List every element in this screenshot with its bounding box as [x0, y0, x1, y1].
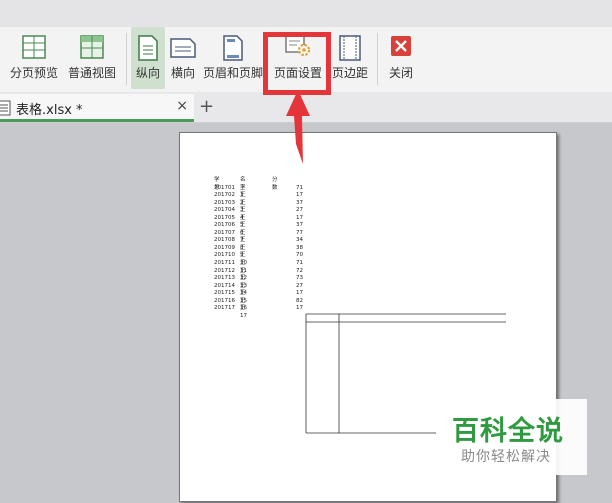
margins-icon: [339, 35, 361, 65]
cell-score: 34: [296, 237, 303, 244]
cell-id: 201701: [214, 184, 235, 191]
cell-id: 201712: [214, 267, 235, 274]
cell-score: 17: [296, 214, 303, 221]
pointer-arrow: [286, 90, 310, 168]
cell-score: 37: [296, 222, 303, 229]
close-icon: [390, 35, 412, 61]
cell-id: 201716: [214, 297, 235, 304]
cell-id: 201702: [214, 192, 235, 199]
landscape-button[interactable]: 横向: [166, 27, 200, 89]
cell-id: 201707: [214, 229, 235, 236]
ribbon-divider: [126, 33, 127, 85]
document-tab[interactable]: 表格.xlsx * ×: [0, 94, 194, 122]
cell-score: 77: [296, 229, 303, 236]
title-strip: [0, 0, 612, 27]
spreadsheet-file-icon: [0, 100, 11, 120]
normal-view-icon: [80, 35, 104, 63]
tab-close-icon[interactable]: ×: [176, 98, 188, 114]
cell-id: 201715: [214, 290, 235, 297]
cell-id: 201710: [214, 252, 235, 259]
portrait-button[interactable]: 纵向: [131, 27, 165, 89]
cell-score: 82: [296, 297, 303, 304]
landscape-icon: [170, 38, 196, 62]
portrait-label: 纵向: [135, 66, 160, 80]
cell-score: 17: [296, 192, 303, 199]
cell-id: 201706: [214, 222, 235, 229]
normal-view-label: 普通视图: [67, 66, 116, 80]
landscape-label: 横向: [170, 66, 195, 80]
cell-id: 201704: [214, 207, 235, 214]
watermark: 百科全说 助你轻松解决: [436, 399, 587, 475]
cell-id: 201713: [214, 275, 235, 282]
cell-id: 201714: [214, 282, 235, 289]
portrait-icon: [138, 35, 158, 65]
cell-id: 201703: [214, 199, 235, 206]
page-break-preview-label: 分页预览: [9, 66, 58, 80]
cell-score: 73: [296, 275, 303, 282]
page-setup-highlight-box: [263, 32, 331, 95]
cell-score: 27: [296, 207, 303, 214]
cell-id: 201708: [214, 237, 235, 244]
watermark-subtitle: 助你轻松解决: [461, 449, 551, 465]
cell-id: 201717: [214, 305, 235, 312]
cell-score: 71: [296, 260, 303, 267]
cell-score: 72: [296, 267, 303, 274]
margins-label: 页边距: [331, 66, 368, 80]
margins-button[interactable]: 页边距: [330, 27, 370, 89]
header-score: 分数: [272, 177, 278, 191]
cell-id: 201705: [214, 214, 235, 221]
page-break-preview-icon: [22, 35, 46, 63]
new-tab-icon[interactable]: +: [199, 96, 214, 117]
close-preview-button[interactable]: 关闭: [384, 27, 418, 89]
cell-id: 201711: [214, 260, 235, 267]
cell-score: 70: [296, 252, 303, 259]
normal-view-button[interactable]: 普通视图: [64, 27, 120, 89]
cell-name: 王17: [240, 305, 247, 319]
header-footer-button[interactable]: 页眉和页脚: [202, 27, 264, 89]
cell-score: 27: [296, 282, 303, 289]
watermark-title: 百科全说: [452, 416, 564, 447]
ribbon-divider: [377, 33, 378, 85]
page-break-preview-button[interactable]: 分页预览: [6, 27, 62, 89]
header-footer-label: 页眉和页脚: [202, 66, 263, 80]
cell-score: 17: [296, 290, 303, 297]
cell-score: 38: [296, 244, 303, 251]
cell-score: 17: [296, 305, 303, 312]
cell-score: 37: [296, 199, 303, 206]
header-footer-icon: [223, 35, 243, 65]
document-tab-title: 表格.xlsx *: [16, 103, 83, 118]
close-label: 关闭: [388, 66, 413, 80]
cell-id: 201709: [214, 244, 235, 251]
cell-score: 71: [296, 184, 303, 191]
